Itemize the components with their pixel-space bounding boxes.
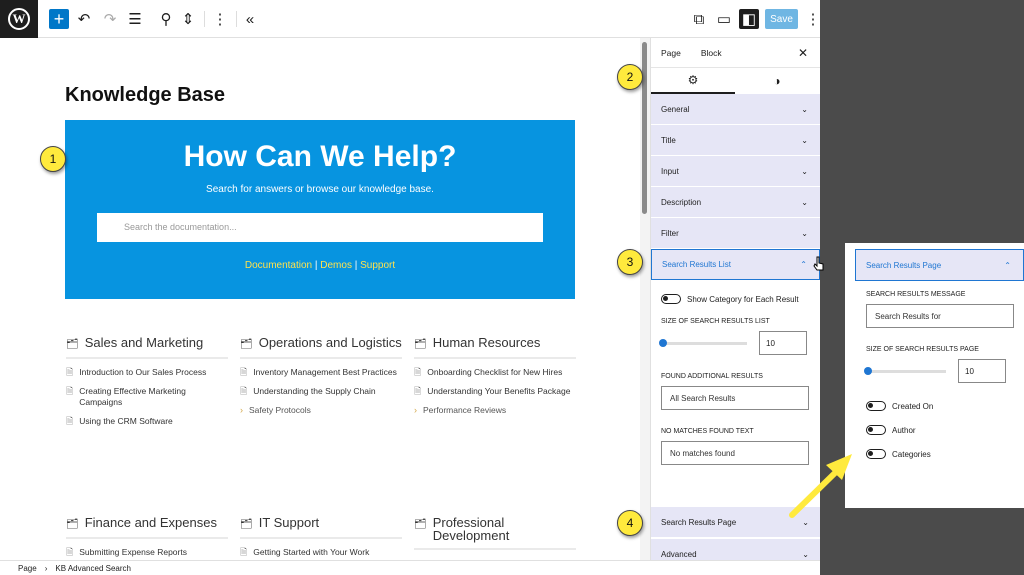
arrow-icon xyxy=(789,454,852,518)
hand-cursor-icon xyxy=(813,256,824,271)
